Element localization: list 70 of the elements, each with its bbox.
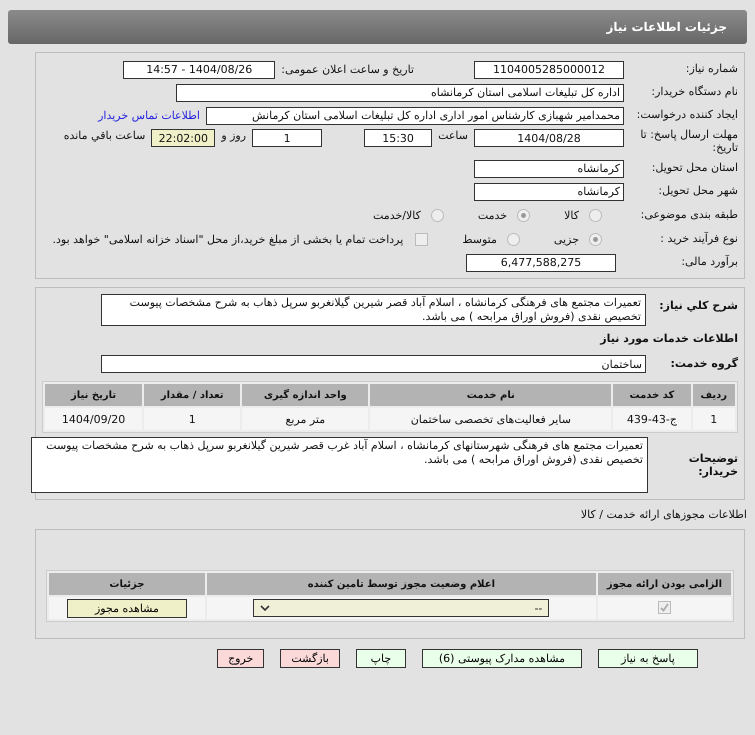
checkbox[interactable]	[658, 600, 671, 614]
radio-button[interactable]	[589, 208, 602, 222]
option-label: کالا/خدمت	[373, 208, 421, 222]
field-label: نام دستگاه خریدار:	[650, 86, 738, 99]
field-label: شماره نیاز:	[684, 63, 738, 76]
field-label: استان محل تحویل:	[650, 162, 738, 175]
table-cell: 1	[144, 408, 240, 430]
option-label: جزیی	[554, 232, 579, 246]
text-field[interactable]: 1404/08/28	[474, 129, 624, 147]
text-field[interactable]: 1	[252, 129, 322, 147]
field-label: نوع فرآیند خرید :	[659, 232, 738, 246]
radio-button[interactable]	[517, 208, 530, 222]
field-label: ساعت باقي مانده	[64, 129, 146, 142]
action-button[interactable]: چاپ	[356, 649, 406, 668]
table-cell: سایر فعالیت‌های تخصصی ساختمان	[370, 408, 612, 430]
text-field[interactable]: 15:30	[364, 129, 432, 147]
radio-button[interactable]	[506, 232, 520, 246]
view-permit-button[interactable]: مشاهده مجوز	[66, 598, 187, 618]
table-cell: متر مربع	[242, 408, 368, 430]
summary-field[interactable]: تعمیرات مجتمع های فرهنگی کرمانشاه ، اسلام آباد قصر شیرین گیلانغربو سرپل ذهاب به شرح مشخصات پیوست تخصیص نقدی (فروش اوراق مرابحه ) می باشد.	[101, 294, 646, 326]
section-title: اطلاعات خدمات مورد نیاز	[598, 333, 738, 346]
radio-button[interactable]	[589, 232, 602, 246]
field-label: شرح کلي نیاز:	[658, 298, 738, 313]
field-label: ساعت	[438, 129, 468, 142]
checkbox[interactable]	[415, 232, 428, 246]
field-label: شهر محل تحویل:	[657, 185, 738, 198]
text-field[interactable]: 6,477,588,275	[466, 254, 616, 272]
action-button[interactable]: پاسخ به نیاز	[598, 649, 698, 668]
column-header: ردیف	[692, 384, 735, 406]
text-field[interactable]: کرمانشاه	[474, 160, 624, 178]
field-label: برآورد مالی:	[680, 256, 738, 269]
field-label: ایجاد کننده درخواست:	[636, 109, 738, 122]
table-cell: ج-43-439	[613, 408, 691, 430]
field-label: روز و	[221, 129, 246, 142]
action-button[interactable]: خروج	[217, 649, 264, 668]
text-field[interactable]: اداره کل تبلیغات اسلامی استان کرمانشاه	[176, 84, 624, 102]
column-header: جزئیات	[49, 573, 205, 595]
column-header: واحد اندازه گیری	[242, 384, 368, 406]
caret-icon	[260, 604, 270, 612]
column-header: اعلام وضعیت مجوز توسط تامین کننده	[206, 573, 596, 595]
field-label: طبقه بندی موضوعی:	[640, 208, 738, 222]
column-header: نام خدمت	[370, 384, 612, 406]
text-field[interactable]: کرمانشاه	[474, 182, 624, 200]
contact-link[interactable]: اطلاعات تماس خریدار	[98, 109, 200, 122]
remaining-time-field: 22:02:00	[151, 129, 216, 147]
action-button[interactable]: بازگشت	[280, 649, 340, 668]
text-field[interactable]: 1104005285000012	[474, 60, 624, 78]
status-dropdown[interactable]: --	[253, 599, 550, 617]
option-label: کالا	[564, 208, 579, 222]
field-label: تاریخ و ساعت اعلان عمومی:	[281, 63, 414, 76]
buyer-notes-field[interactable]: تعمیرات مجتمع های فرهنگی شهرستانهای کرمانشاه ، اسلام آباد غرب قصر شیرین گیلانغربو سرپل ذهاب به شرح مشخصات پیوست تخصیص نقدی (فروش اوراق مرابحه ) می باشد.	[31, 437, 648, 493]
field-label: توضیحات خریدار:	[688, 451, 738, 478]
column-header: الزامی بودن ارائه مجوز	[598, 573, 731, 595]
page-header: جزئیات اطلاعات نیاز	[8, 10, 747, 44]
field-label: گروه خدمت:	[669, 358, 738, 370]
radio-button[interactable]	[430, 208, 444, 222]
text-field[interactable]: ساختمان	[101, 355, 646, 373]
text-field[interactable]: محمدامیر شهبازی کارشناس امور اداری اداره کل تبلیغات اسلامی استان کرمانش	[206, 106, 624, 124]
section-title: اطلاعات مجوزهای ارائه خدمت / کالا	[580, 508, 747, 521]
option-label: خدمت	[478, 208, 508, 222]
action-button[interactable]: مشاهده مدارک پیوستی (6)	[422, 649, 582, 668]
column-header: تاریخ نیاز	[45, 384, 142, 406]
table-cell: 1404/09/20	[45, 408, 142, 430]
column-header: کد خدمت	[613, 384, 691, 406]
option-label: متوسط	[462, 232, 497, 246]
text-field[interactable]: 1404/08/26 - 14:57	[123, 60, 276, 78]
column-header: تعداد / مقدار	[144, 384, 240, 406]
treasury-note: پرداخت تمام یا بخشی از مبلغ خرید،از محل "اسناد خزانه اسلامی" خواهد بود.	[52, 232, 404, 246]
field-label: مهلت ارسال پاسخ: تا تاریخ:	[639, 129, 738, 154]
table-cell: 1	[692, 408, 735, 430]
